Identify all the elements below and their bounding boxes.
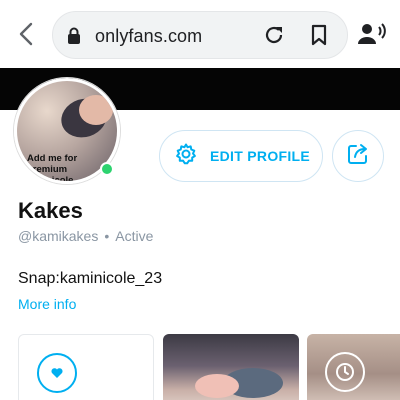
back-arrow-icon[interactable] bbox=[14, 20, 38, 48]
share-icon bbox=[347, 143, 369, 170]
url-text: onlyfans.com bbox=[95, 26, 203, 46]
more-info-link[interactable]: More info bbox=[18, 296, 76, 312]
separator-dot: • bbox=[104, 228, 110, 244]
account-audio-icon[interactable] bbox=[358, 22, 386, 51]
active-status: Active bbox=[115, 228, 154, 244]
address-bar[interactable]: onlyfans.com bbox=[52, 11, 348, 59]
media-tile[interactable] bbox=[163, 334, 299, 400]
gear-icon bbox=[174, 142, 198, 171]
clock-icon bbox=[325, 352, 365, 392]
lock-icon bbox=[67, 27, 81, 50]
handle-row: @kamikakes • Active bbox=[18, 228, 153, 244]
avatar-caption: Add me for premium ...minicole... bbox=[27, 153, 82, 184]
profile-bio: Snap:kaminicole_23 bbox=[18, 270, 163, 287]
profile-handle: @kamikakes bbox=[18, 228, 99, 244]
bookmark-icon[interactable] bbox=[310, 24, 328, 51]
media-photo-shape bbox=[195, 374, 239, 398]
edit-profile-button[interactable]: EDIT PROFILE bbox=[159, 130, 323, 182]
media-tile[interactable] bbox=[307, 334, 400, 400]
media-tile[interactable] bbox=[18, 334, 154, 400]
reload-icon[interactable] bbox=[263, 24, 285, 51]
edit-profile-label: EDIT PROFILE bbox=[210, 148, 311, 164]
online-status-dot bbox=[100, 162, 114, 176]
profile-name: Kakes bbox=[18, 198, 83, 223]
browser-toolbar: onlyfans.com bbox=[0, 0, 400, 68]
share-button[interactable] bbox=[332, 130, 384, 182]
heart-timer-icon bbox=[37, 353, 77, 393]
avatar-photo-shape bbox=[79, 95, 113, 125]
